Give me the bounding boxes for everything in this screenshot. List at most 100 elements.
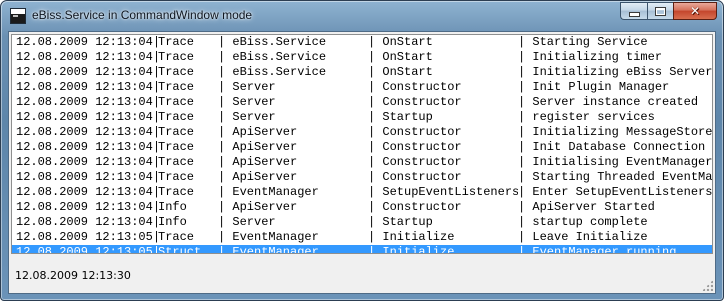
log-row[interactable]: 12.08.2009 12:13:04| Trace | ApiServer | Co… [12,140,712,155]
log-timestamp: 12.08.2009 12:13:04| [16,215,158,229]
log-listbox[interactable]: 12.08.2009 12:13:04| Trace | eBiss.Service… [11,34,713,254]
minimize-button[interactable] [620,2,647,20]
log-component: | ApiServer [218,155,298,169]
log-row[interactable]: 12.08.2009 12:13:04| Trace | ApiServer | Co… [12,155,712,170]
minimize-icon [628,12,640,17]
log-timestamp: 12.08.2009 12:13:05| [16,230,158,244]
caption-buttons: ✕ [620,2,717,20]
log-component: | eBiss.Service [218,65,327,79]
log-timestamp: 12.08.2009 12:13:04| [16,155,158,169]
log-method: | Startup [368,215,433,229]
log-component: | eBiss.Service [218,50,327,64]
client-area: 12.08.2009 12:13:04| Trace | eBiss.Service… [8,31,716,294]
log-method: | Constructor [368,155,462,169]
log-component: | ApiServer [218,125,298,139]
log-timestamp: 12.08.2009 12:13:04| [16,140,158,154]
log-component: | Server [218,215,276,229]
log-row[interactable]: 12.08.2009 12:13:04| Trace | ApiServer | Co… [12,170,712,185]
log-row[interactable]: 12.08.2009 12:13:04| Trace | Server | Start… [12,110,712,125]
title-bar[interactable]: eBiss.Service in CommandWindow mode ✕ [1,1,723,31]
log-level: Info [158,215,187,229]
log-message: | Initializing MessageStore [518,125,712,139]
log-row[interactable]: 12.08.2009 12:13:04| Trace | eBiss.Service… [12,35,712,50]
log-component: | Server [218,110,276,124]
log-row[interactable]: 12.08.2009 12:13:04| Trace | Server | Const… [12,95,712,110]
log-method: | OnStart [368,35,433,49]
log-method: | OnStart [368,65,433,79]
log-timestamp: 12.08.2009 12:13:04| [16,125,158,139]
log-method: | Initialize [368,230,455,244]
log-method: | Constructor [368,140,462,154]
log-row-selected[interactable]: 12.08.2009 12:13:05| Struct | EventManager… [12,245,712,254]
log-component: | Server [218,95,276,109]
maximize-button[interactable] [647,2,673,20]
log-row[interactable]: 12.08.2009 12:13:05| Trace | EventManager |… [12,230,712,245]
log-timestamp: 12.08.2009 12:13:04| [16,200,158,214]
log-method: | Initialize [368,245,455,254]
log-row[interactable]: 12.08.2009 12:13:04| Trace | EventManager |… [12,185,712,200]
status-timestamp: 12.08.2009 12:13:30 [15,269,131,282]
log-level: Struct [158,245,202,254]
log-timestamp: 12.08.2009 12:13:04| [16,95,158,109]
log-message: | Leave Initialize [518,230,648,244]
log-level: Trace [158,185,195,199]
log-component: | EventManager [218,245,319,254]
log-method: | Constructor [368,125,462,139]
log-method: | Startup [368,110,433,124]
window-title: eBiss.Service in CommandWindow mode [32,8,253,22]
log-level: Trace [158,50,195,64]
log-component: | ApiServer [218,140,298,154]
log-timestamp: 12.08.2009 12:13:04| [16,185,158,199]
log-method: | Constructor [368,170,462,184]
log-timestamp: 12.08.2009 12:13:04| [16,50,158,64]
log-row[interactable]: 12.08.2009 12:13:04| Trace | eBiss.Service… [12,65,712,80]
log-message: | startup complete [518,215,648,229]
prompt-glyph [13,15,18,17]
log-component: | ApiServer [218,200,298,214]
log-message: | Init Database Connection [518,140,706,154]
log-level: Trace [158,35,195,49]
log-method: | SetupEventListeners [368,185,518,199]
log-component: | EventManager [218,230,319,244]
console-icon[interactable] [10,8,26,24]
log-component: | eBiss.Service [218,35,327,49]
close-icon: ✕ [689,4,701,18]
log-method: | Constructor [368,200,462,214]
log-row[interactable]: 12.08.2009 12:13:04| Trace | ApiServer | Co… [12,125,712,140]
log-level: Trace [158,110,195,124]
log-level: Trace [158,230,195,244]
log-timestamp: 12.08.2009 12:13:04| [16,110,158,124]
status-bar: 12.08.2009 12:13:30 [9,256,715,293]
log-message: | Initializing eBiss Server [518,65,712,79]
log-row[interactable]: 12.08.2009 12:13:04| Info | Server | Startu… [12,215,712,230]
log-level: Trace [158,140,195,154]
log-level: Trace [158,80,195,94]
log-message: | EventManager running [518,245,677,254]
log-method: | Constructor [368,80,462,94]
log-level: Trace [158,125,195,139]
log-method: | OnStart [368,50,433,64]
log-row[interactable]: 12.08.2009 12:13:04| Trace | Server | Const… [12,80,712,95]
log-level: Trace [158,95,195,109]
log-message: | Starting Threaded EventMa… [518,170,712,184]
log-method: | Constructor [368,95,462,109]
log-message: | Init Plugin Manager [518,80,670,94]
log-message: | Server instance created [518,95,699,109]
log-timestamp: 12.08.2009 12:13:04| [16,35,158,49]
maximize-icon [655,6,666,16]
app-window: eBiss.Service in CommandWindow mode ✕ 12… [0,0,724,301]
log-message: | Starting Service [518,35,648,49]
log-row[interactable]: 12.08.2009 12:13:04| Info | ApiServer | Con… [12,200,712,215]
close-button[interactable]: ✕ [673,2,717,20]
log-timestamp: 12.08.2009 12:13:04| [16,170,158,184]
log-component: | Server [218,80,276,94]
log-timestamp: 12.08.2009 12:13:05| [16,245,158,254]
log-level: Trace [158,170,195,184]
log-level: Info [158,200,187,214]
log-level: Trace [158,155,195,169]
log-message: | Initializing timer [518,50,663,64]
resize-grip-icon[interactable] [702,280,713,291]
log-timestamp: 12.08.2009 12:13:04| [16,80,158,94]
log-component: | EventManager [218,185,319,199]
log-row[interactable]: 12.08.2009 12:13:04| Trace | eBiss.Service… [12,50,712,65]
